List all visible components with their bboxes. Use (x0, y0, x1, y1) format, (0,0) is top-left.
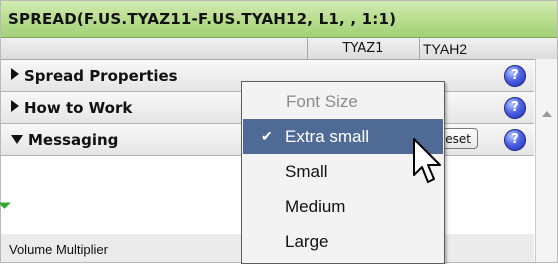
expand-arrow-icon[interactable] (11, 68, 19, 80)
column-header-leg1[interactable]: TYAZ1 (307, 38, 420, 59)
collapse-arrow-icon[interactable] (11, 135, 23, 144)
column-header-blank (1, 38, 308, 59)
mouse-pointer-icon (413, 138, 441, 183)
help-icon[interactable]: ? (504, 97, 526, 119)
menu-item-medium[interactable]: Medium (243, 189, 443, 224)
help-icon[interactable]: ? (504, 65, 526, 87)
column-header-leg2-label: TYAH2 (423, 41, 468, 57)
menu-item-label: Large (285, 232, 329, 251)
volume-multiplier-label: Volume Multiplier (9, 242, 108, 257)
help-icon[interactable]: ? (504, 129, 526, 151)
vertical-scrollbar[interactable] (535, 59, 557, 262)
menu-item-large[interactable]: Large (243, 224, 443, 259)
section-label: Messaging (28, 131, 119, 149)
menu-item-label: Medium (285, 197, 346, 216)
scroll-up-arrow-icon[interactable] (542, 111, 552, 117)
title-bar: SPREAD(F.US.TYAZ11-F.US.TYAH12, L1, , 1:… (1, 1, 557, 38)
menu-header-font-size: Font Size (286, 92, 358, 111)
checkmark-icon: ✔ (261, 128, 273, 144)
menu-item-label: Extra small (285, 127, 370, 146)
section-label: How to Work (24, 99, 133, 117)
window-title: SPREAD(F.US.TYAZ11-F.US.TYAH12, L1, , 1:… (8, 10, 397, 28)
menu-item-label: Small (285, 162, 328, 181)
column-header-leg2[interactable]: TYAH2 (420, 38, 540, 59)
section-label: Spread Properties (24, 67, 178, 85)
column-header-row: TYAZ1 TYAH2 (1, 38, 557, 60)
expand-arrow-icon[interactable] (11, 100, 19, 112)
